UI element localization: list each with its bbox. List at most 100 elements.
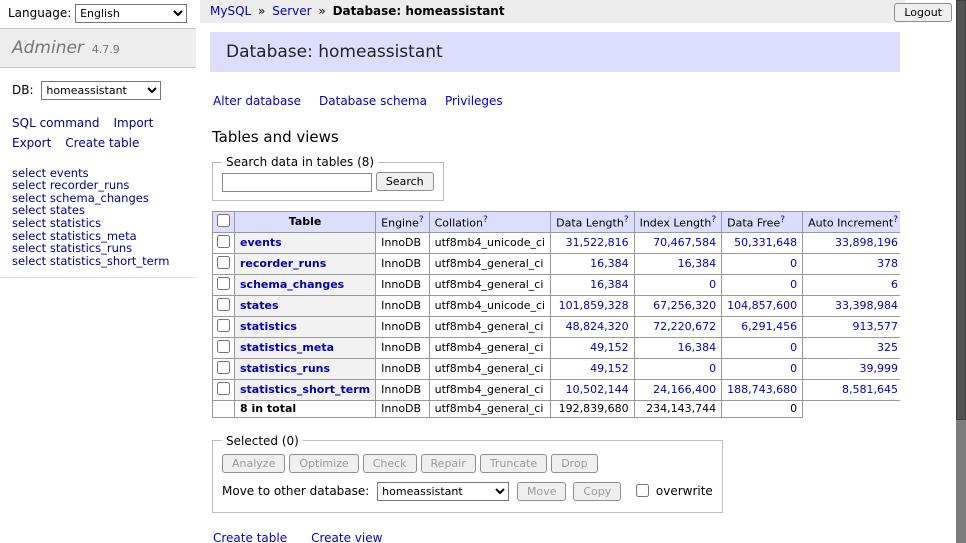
help-link[interactable]: ? xyxy=(419,215,424,225)
total-data-length-cell: 192,839,680 xyxy=(551,400,634,417)
tables-header-row: TableEngine?Collation?Data Length?Index … xyxy=(213,211,901,232)
data-free-link[interactable]: 188,743,680 xyxy=(727,383,797,396)
breadcrumb-link-server[interactable]: Server xyxy=(272,4,311,18)
table-name-link[interactable]: states xyxy=(240,299,279,312)
bottom-create-table[interactable]: Create table xyxy=(213,531,287,543)
auto-increment-link[interactable]: 8,581,645 xyxy=(842,383,898,396)
copy-button[interactable]: Copy xyxy=(573,482,621,501)
data-length-link[interactable]: 31,522,816 xyxy=(566,236,629,249)
help-link[interactable]: ? xyxy=(483,215,488,225)
table-name-link[interactable]: statistics xyxy=(240,320,297,333)
language-select[interactable]: English xyxy=(75,4,187,23)
row-checkbox[interactable] xyxy=(217,361,230,374)
auto-increment-link[interactable]: 39,999 xyxy=(860,362,899,375)
sidebar-select-recorder-runs[interactable]: select recorder_runs xyxy=(12,179,184,192)
auto-increment-link[interactable]: 6 xyxy=(891,278,898,291)
adminer-logo-link[interactable]: Adminer xyxy=(12,38,84,58)
sidebar-action-import[interactable]: Import xyxy=(113,114,153,134)
sidebar-action-sql-command[interactable]: SQL command xyxy=(12,114,99,134)
table-name-link[interactable]: recorder_runs xyxy=(240,257,326,270)
sidebar-select-statistics[interactable]: select statistics xyxy=(12,217,184,230)
index-length-link[interactable]: 24,166,400 xyxy=(653,383,716,396)
help-link[interactable]: ? xyxy=(711,215,716,225)
help-link[interactable]: ? xyxy=(624,215,629,225)
row-checkbox[interactable] xyxy=(217,256,230,269)
repair-button[interactable]: Repair xyxy=(421,454,476,473)
data-length-link[interactable]: 16,384 xyxy=(590,278,629,291)
data-free-link[interactable]: 6,291,456 xyxy=(741,320,797,333)
column-label: Auto Increment xyxy=(808,216,893,229)
row-checkbox[interactable] xyxy=(217,382,230,395)
index-length-link[interactable]: 16,384 xyxy=(678,257,717,270)
data-free-link[interactable]: 50,331,648 xyxy=(734,236,797,249)
truncate-button[interactable]: Truncate xyxy=(480,454,547,473)
data-free-link[interactable]: 0 xyxy=(790,341,797,354)
scrollbar[interactable] xyxy=(956,0,966,543)
sidebar-select-statistics-runs[interactable]: select statistics_runs xyxy=(12,242,184,255)
check-button[interactable]: Check xyxy=(363,454,417,473)
analyze-button[interactable]: Analyze xyxy=(222,454,285,473)
auto-increment-link[interactable]: 33,898,196 xyxy=(835,236,898,249)
select-all-checkbox[interactable] xyxy=(217,214,230,227)
search-input[interactable] xyxy=(222,173,372,192)
index-length-cell: 70,467,584 xyxy=(634,232,722,253)
table-name-link[interactable]: schema_changes xyxy=(240,278,344,291)
data-length-link[interactable]: 101,859,328 xyxy=(559,299,629,312)
drop-button[interactable]: Drop xyxy=(551,454,597,473)
table-row-statistics-meta: statistics_metaInnoDButf8mb4_general_ci4… xyxy=(213,337,901,358)
db-select[interactable]: homeassistant xyxy=(41,81,161,100)
db-action-database-schema[interactable]: Database schema xyxy=(319,94,427,108)
data-length-link[interactable]: 48,824,320 xyxy=(566,320,629,333)
table-name-link[interactable]: statistics_short_term xyxy=(240,383,370,396)
index-length-link[interactable]: 67,256,320 xyxy=(653,299,716,312)
row-checkbox[interactable] xyxy=(217,340,230,353)
move-button[interactable]: Move xyxy=(517,482,567,501)
overwrite-checkbox[interactable] xyxy=(636,484,649,497)
index-length-link[interactable]: 0 xyxy=(709,362,716,375)
table-name-cell: states xyxy=(235,295,376,316)
auto-increment-cell: 378 xyxy=(803,253,900,274)
db-action-alter-database[interactable]: Alter database xyxy=(213,94,301,108)
optimize-button[interactable]: Optimize xyxy=(289,454,358,473)
data-free-link[interactable]: 0 xyxy=(790,362,797,375)
sidebar-action-export[interactable]: Export xyxy=(12,134,51,154)
sidebar-action-create-table[interactable]: Create table xyxy=(65,134,139,154)
data-free-link[interactable]: 104,857,600 xyxy=(727,299,797,312)
row-checkbox[interactable] xyxy=(217,319,230,332)
table-name-link[interactable]: statistics_meta xyxy=(240,341,334,354)
db-action-privileges[interactable]: Privileges xyxy=(445,94,503,108)
move-row: Move to other database: homeassistant Mo… xyxy=(222,481,713,501)
engine-cell: InnoDB xyxy=(376,358,429,379)
auto-increment-link[interactable]: 913,577 xyxy=(853,320,899,333)
auto-increment-link[interactable]: 378 xyxy=(877,257,898,270)
data-free-link[interactable]: 0 xyxy=(790,278,797,291)
table-name-link[interactable]: statistics_runs xyxy=(240,362,330,375)
row-checkbox[interactable] xyxy=(217,277,230,290)
index-length-link[interactable]: 16,384 xyxy=(678,341,717,354)
scrollbar-thumb[interactable] xyxy=(956,0,966,420)
logout-button[interactable]: Logout xyxy=(894,3,952,22)
data-length-cell: 49,152 xyxy=(551,358,634,379)
auto-increment-link[interactable]: 33,398,984 xyxy=(835,299,898,312)
row-checkbox[interactable] xyxy=(217,235,230,248)
bottom-create-view[interactable]: Create view xyxy=(311,531,382,543)
table-name-link[interactable]: events xyxy=(240,236,282,249)
auto-increment-link[interactable]: 325 xyxy=(877,341,898,354)
help-link[interactable]: ? xyxy=(780,215,785,225)
data-length-link[interactable]: 49,152 xyxy=(590,362,629,375)
column-label: Data Free xyxy=(727,216,780,229)
search-button[interactable]: Search xyxy=(376,172,434,191)
index-length-link[interactable]: 70,467,584 xyxy=(653,236,716,249)
help-link[interactable]: ? xyxy=(893,215,898,225)
breadcrumb-current: Database: homeassistant xyxy=(333,4,505,18)
data-free-link[interactable]: 0 xyxy=(790,257,797,270)
sidebar-select-statistics-short-term[interactable]: select statistics_short_term xyxy=(12,255,184,268)
row-checkbox[interactable] xyxy=(217,298,230,311)
data-length-link[interactable]: 10,502,144 xyxy=(566,383,629,396)
index-length-link[interactable]: 0 xyxy=(709,278,716,291)
breadcrumb-link-mysql[interactable]: MySQL xyxy=(210,4,251,18)
index-length-link[interactable]: 72,220,672 xyxy=(653,320,716,333)
move-db-select[interactable]: homeassistant xyxy=(377,482,509,501)
data-length-link[interactable]: 16,384 xyxy=(590,257,629,270)
data-length-link[interactable]: 49,152 xyxy=(590,341,629,354)
